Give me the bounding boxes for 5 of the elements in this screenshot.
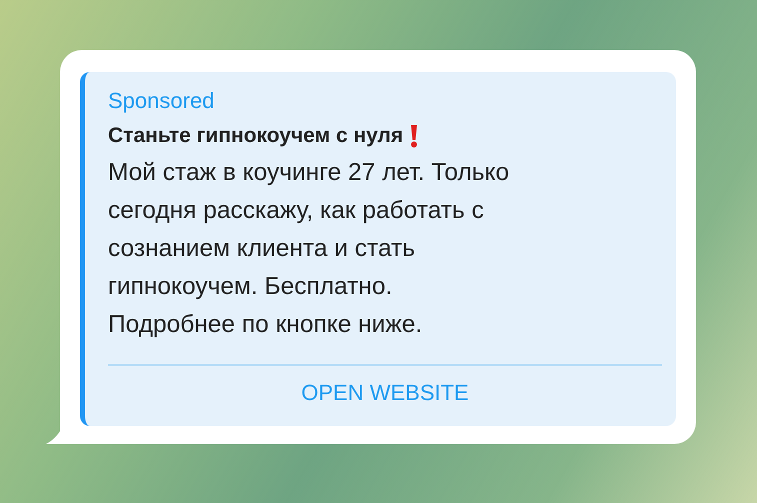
message-title: Станьте гипнокоучем с нуля xyxy=(108,123,404,149)
exclamation-icon xyxy=(409,124,420,148)
message-text: Мой стаж в коучинге 27 лет. Только сегодня расскажу, как работать с сознанием клиента и стать гипнокоучем. Бесплатно. Подробнее по кнопке ниже. xyxy=(108,158,510,340)
sponsored-label: Sponsored xyxy=(108,87,216,115)
open-website-button[interactable]: OPEN WEBSITE xyxy=(108,366,662,420)
